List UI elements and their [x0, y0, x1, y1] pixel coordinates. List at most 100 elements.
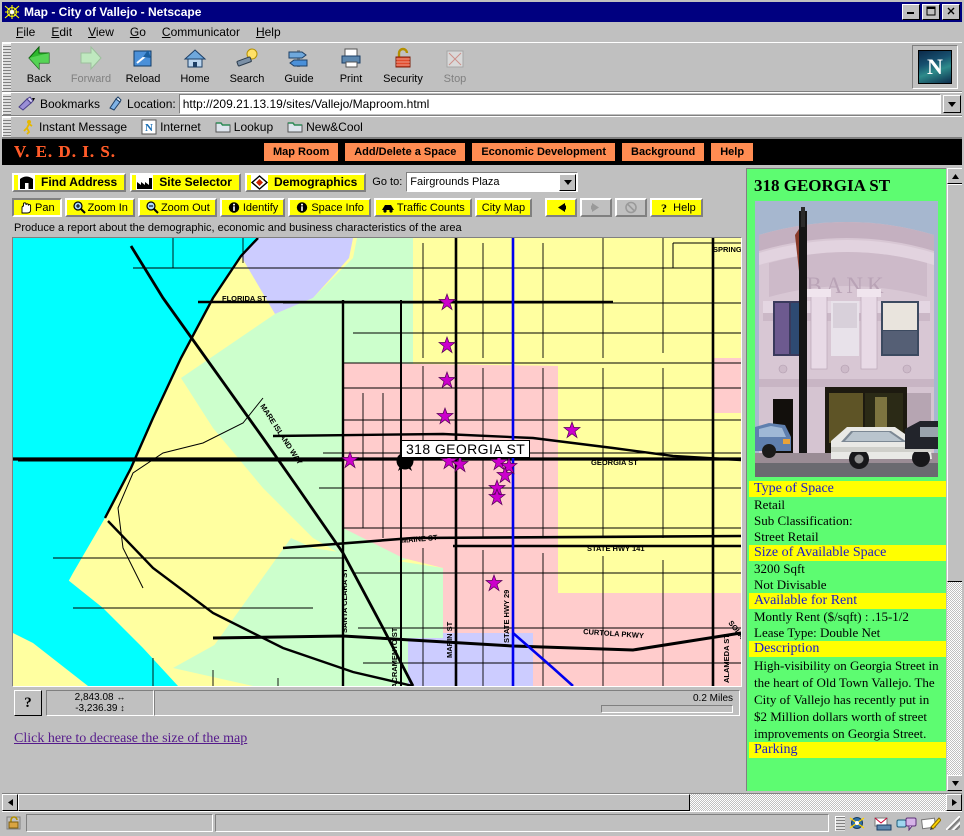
toolbar-grip[interactable] — [2, 43, 11, 91]
stop-button[interactable]: Stop — [429, 44, 481, 90]
location-toolbar: Bookmarks Location: http://209.21.13.19/… — [2, 92, 962, 116]
goto-select[interactable]: Fairgrounds Plaza — [406, 172, 579, 192]
label-state-hwy-29: STATE HWY 29 — [502, 590, 511, 643]
menu-view[interactable]: View — [80, 24, 122, 40]
magnifier-minus-icon — [145, 201, 159, 214]
property-line: Not Divisable — [754, 577, 827, 592]
bookmarks-button[interactable]: Bookmarks — [13, 96, 104, 112]
tab-site-selector[interactable]: Site Selector — [130, 172, 241, 192]
property-panel-scrollbar[interactable] — [947, 168, 962, 791]
scroll-down-button[interactable] — [947, 775, 962, 791]
map-help-button[interactable]: ? Help — [650, 198, 703, 217]
internet-button[interactable]: N Internet — [134, 119, 208, 135]
guide-button[interactable]: Guide — [273, 44, 325, 90]
navigator-icon[interactable] — [848, 815, 869, 831]
scrollbar-thumb[interactable] — [947, 184, 962, 582]
folder-icon — [215, 119, 231, 135]
hscroll-right-button[interactable] — [946, 794, 962, 811]
nav-forward-arrow-button[interactable] — [580, 198, 613, 217]
close-button[interactable] — [942, 4, 960, 20]
menu-communicator[interactable]: Communicator — [154, 24, 248, 40]
section-header-parking: Parking — [749, 742, 946, 758]
instant-message-label: Instant Message — [39, 120, 128, 134]
netscape-logo-button[interactable]: N — [912, 45, 958, 89]
label-alameda-st: ALAMEDA ST — [722, 634, 731, 683]
tool-zoom-out[interactable]: Zoom Out — [137, 198, 217, 217]
tool-city-map[interactable]: City Map — [474, 198, 533, 217]
tool-pan[interactable]: Pan — [12, 198, 62, 217]
tool-zoom-in[interactable]: Zoom In — [64, 198, 135, 217]
print-button[interactable]: Print — [325, 44, 377, 90]
tool-zoom-in-label: Zoom In — [87, 201, 128, 214]
stop-label: Stop — [443, 73, 467, 85]
new-and-cool-label: New&Cool — [306, 120, 363, 134]
nav-add-delete-space[interactable]: Add/Delete a Space — [345, 143, 466, 161]
menu-file[interactable]: File — [8, 24, 43, 40]
personal-toolbar: Instant Message N Internet Lookup New&Co… — [2, 116, 962, 138]
section-header-description: Description — [749, 641, 946, 657]
map-coord-x: 2,843.08 ↔ — [74, 692, 126, 703]
composer-icon[interactable] — [920, 815, 942, 831]
hscroll-track[interactable] — [18, 794, 946, 811]
map-scale: 0.2 Miles — [154, 690, 740, 716]
home-button[interactable]: Home — [169, 44, 221, 90]
reload-button[interactable]: Reload — [117, 44, 169, 90]
label-sacramento-st: SACRAMENTO ST — [390, 627, 399, 686]
security-padlock-icon[interactable] — [4, 815, 24, 831]
new-and-cool-button[interactable]: New&Cool — [280, 119, 370, 135]
netscape-n-icon: N — [141, 119, 157, 135]
url-dropdown-arrow-icon[interactable] — [943, 95, 961, 113]
menu-help[interactable]: Help — [248, 24, 289, 40]
tool-traffic-counts[interactable]: Traffic Counts — [373, 198, 472, 217]
nav-back-arrow-button[interactable] — [545, 198, 578, 217]
section-header-type-of-space: Type of Space — [749, 481, 946, 497]
hscroll-left-button[interactable] — [2, 794, 18, 811]
tool-traffic-counts-label: Traffic Counts — [396, 201, 465, 214]
menu-go[interactable]: Go — [122, 24, 154, 40]
info-circle-icon — [227, 201, 241, 214]
hscroll-thumb[interactable] — [18, 794, 690, 811]
scrollbar-track[interactable] — [947, 184, 962, 775]
scroll-up-button[interactable] — [947, 168, 962, 184]
decrease-map-size-link[interactable]: Click here to decrease the size of the m… — [14, 731, 247, 746]
label-springs: SPRINGS — [713, 245, 741, 254]
nav-reset-button[interactable] — [615, 198, 648, 217]
back-button[interactable]: Back — [13, 44, 65, 90]
instant-message-button[interactable]: Instant Message — [13, 119, 134, 135]
map-scale-bar — [601, 705, 733, 713]
nav-background[interactable]: Background — [622, 143, 705, 161]
lookup-button[interactable]: Lookup — [208, 119, 280, 135]
location-field-label: Location: — [104, 96, 179, 112]
search-button[interactable]: Search — [221, 44, 273, 90]
page-horizontal-scrollbar[interactable] — [2, 793, 962, 811]
component-bar-grip[interactable] — [835, 815, 845, 831]
nav-map-room[interactable]: Map Room — [264, 143, 339, 161]
tab-demographics-label: Demographics — [273, 175, 358, 189]
menu-edit[interactable]: Edit — [43, 24, 80, 40]
maximize-button[interactable] — [922, 4, 940, 20]
nav-help[interactable]: Help — [711, 143, 754, 161]
personal-toolbar-grip[interactable] — [2, 117, 11, 137]
mailbox-icon[interactable] — [872, 815, 893, 831]
chevron-down-icon[interactable] — [559, 173, 577, 191]
security-button[interactable]: Security — [377, 44, 429, 90]
map-coordinates: 2,843.08 ↔ -3,236.39 ↕ — [46, 690, 154, 716]
tool-identify[interactable]: Identify — [219, 198, 286, 217]
newsgroup-icon[interactable] — [896, 815, 917, 832]
map-help-icon-button[interactable]: ? — [14, 690, 42, 716]
tab-find-address[interactable]: Find Address — [12, 172, 127, 192]
minimize-button[interactable] — [902, 4, 920, 20]
nav-economic-development[interactable]: Economic Development — [472, 143, 616, 161]
tool-city-map-label: City Map — [481, 201, 526, 214]
question-mark-icon: ? — [657, 201, 671, 215]
forward-button[interactable]: Forward — [65, 44, 117, 90]
url-input[interactable]: http://209.21.13.19/sites/Vallejo/Maproo… — [178, 94, 941, 114]
window-resize-grip[interactable] — [946, 816, 960, 830]
navigation-toolbar: Back Forward Reload Home Search Guide Pr… — [2, 42, 962, 92]
tool-space-info[interactable]: Space Info — [288, 198, 371, 217]
location-toolbar-grip[interactable] — [2, 93, 11, 115]
back-label: Back — [26, 73, 52, 85]
info-circle-icon — [295, 201, 309, 214]
map-canvas[interactable]: FLORIDA ST SANTA CLARA ST SACRAMENTO ST … — [12, 237, 742, 687]
tab-demographics[interactable]: Demographics — [244, 172, 367, 192]
